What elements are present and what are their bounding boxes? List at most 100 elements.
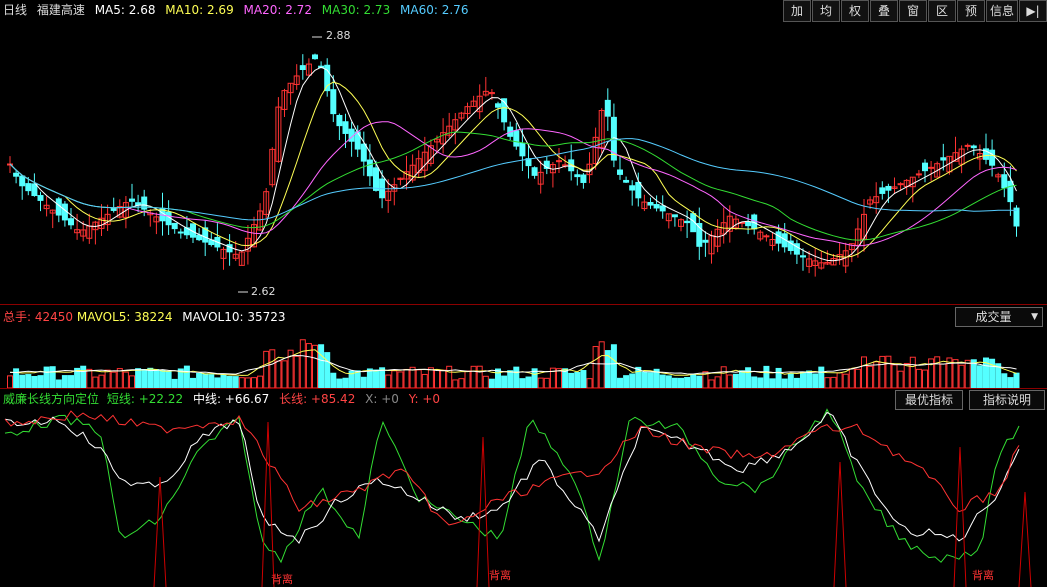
volume-bar — [330, 372, 337, 388]
candle-body — [970, 145, 977, 149]
volume-bar — [129, 375, 135, 388]
volume-bar — [269, 349, 276, 388]
volume-bar — [153, 369, 160, 388]
volume-bar — [7, 375, 13, 388]
indicator-select[interactable]: 成交量 ▼ — [955, 307, 1043, 327]
candle-body — [922, 162, 928, 172]
candle-body — [373, 167, 379, 191]
volume-bar — [684, 376, 691, 388]
volume-bar — [1001, 373, 1008, 388]
volume-bar — [598, 341, 605, 388]
stock-name: 福建高速 — [36, 3, 85, 17]
toolbar-forecast-button[interactable]: 预 — [956, 0, 985, 22]
x-value-label: X: +0 — [365, 392, 399, 406]
candle-body — [580, 174, 587, 183]
volume-bar — [257, 375, 264, 388]
ma30-label: MA30: 2.73 — [321, 3, 391, 17]
candle-body — [312, 54, 318, 60]
ma60-label: MA60: 2.76 — [400, 3, 469, 17]
moving-average-line — [9, 121, 1017, 247]
volume-bar — [793, 377, 800, 388]
toolbar-rights-button[interactable]: 权 — [840, 0, 869, 22]
toolbar-window-button[interactable]: 窗 — [898, 0, 927, 22]
best-indicator-button[interactable]: 最优指标 — [895, 390, 963, 410]
price-panel[interactable]: 日线 福建高速 MA5: 2.68 MA10: 2.69 MA20: 2.72 … — [0, 0, 1047, 304]
volume-bar — [610, 344, 617, 388]
candle-body — [226, 244, 233, 253]
volume-bar — [696, 375, 703, 388]
toolbar-next-icon[interactable]: ▶| — [1019, 0, 1047, 22]
volume-bar — [708, 379, 715, 388]
volume-header: 总手: 42450 MAVOL5: 38224 MAVOL10: 35723 — [3, 309, 292, 325]
indicator-select-value: 成交量 — [975, 310, 1012, 324]
volume-bar — [482, 375, 489, 388]
volume-bar — [495, 368, 501, 388]
volume-bar — [434, 369, 440, 388]
volume-bar — [183, 365, 190, 388]
volume-bar — [647, 372, 654, 388]
total-volume-value: 42450 — [34, 310, 74, 324]
candle-body — [342, 121, 349, 134]
candle-body — [775, 231, 782, 244]
indicator-chart[interactable] — [0, 389, 1047, 587]
volume-bar — [818, 366, 825, 388]
volume-bar — [281, 360, 288, 388]
volume-bar — [739, 370, 745, 388]
volume-bar — [928, 358, 935, 388]
volume-bar — [366, 368, 373, 388]
volume-bar — [556, 368, 562, 388]
volume-panel[interactable]: 总手: 42450 MAVOL5: 38224 MAVOL10: 35723 成… — [0, 305, 1047, 388]
volume-bar — [726, 374, 733, 388]
volume-bar — [80, 365, 87, 388]
indicator-panel[interactable]: 威廉长线方向定位 短线: +22.22 中线: +66.67 长线: +85.4… — [0, 389, 1047, 587]
volume-bar — [385, 374, 392, 388]
volume-bar — [665, 375, 672, 388]
candle-body — [1007, 180, 1014, 203]
candle-body — [617, 169, 623, 175]
volume-bar — [824, 377, 831, 388]
volume-bar — [678, 377, 684, 388]
volume-bar — [104, 369, 111, 388]
volume-bar — [873, 361, 880, 388]
volume-bar — [427, 367, 434, 388]
volume-bar — [787, 373, 794, 388]
signal-spike — [261, 421, 275, 587]
volume-bar — [232, 376, 239, 388]
long-line-label: 长线: +85.42 — [279, 392, 356, 406]
y-value-label: Y: +0 — [408, 392, 441, 406]
volume-bar — [586, 378, 593, 388]
moving-average-line — [9, 66, 1017, 262]
candle-body — [623, 179, 630, 183]
volume-bar — [836, 372, 843, 388]
volume-bar — [842, 373, 849, 388]
low-price-label: 2.62 — [251, 285, 276, 298]
volume-bar — [543, 377, 550, 388]
volume-bar — [226, 375, 233, 388]
volume-bar — [165, 371, 172, 388]
volume-bar — [568, 372, 575, 388]
candle-body — [129, 198, 135, 202]
volume-bar — [360, 376, 367, 388]
volume-bar — [373, 369, 379, 388]
volume-bar — [275, 360, 282, 388]
volume-bar — [830, 376, 837, 388]
toolbar-overlay-button[interactable]: 叠 — [869, 0, 898, 22]
signal-spike — [1018, 491, 1032, 587]
candle-body — [915, 173, 922, 176]
volume-bar — [68, 375, 74, 388]
volume-bar — [915, 368, 922, 388]
volume-bar — [641, 371, 648, 388]
volume-bar — [501, 375, 508, 388]
divergence-label: 背离 — [972, 569, 994, 582]
indicator-help-button[interactable]: 指标说明 — [969, 390, 1045, 410]
toolbar-average-button[interactable]: 均 — [811, 0, 840, 22]
volume-bar — [940, 363, 947, 388]
toolbar-add-button[interactable]: 加 — [782, 0, 811, 22]
volume-bar — [537, 377, 544, 388]
volume-bar — [446, 365, 453, 388]
candle-body — [366, 159, 373, 177]
toolbar-info-button[interactable]: 信息 — [985, 0, 1018, 22]
volume-bar — [903, 362, 910, 388]
toolbar-range-button[interactable]: 区 — [927, 0, 956, 22]
candlestick-chart[interactable] — [0, 0, 1047, 304]
